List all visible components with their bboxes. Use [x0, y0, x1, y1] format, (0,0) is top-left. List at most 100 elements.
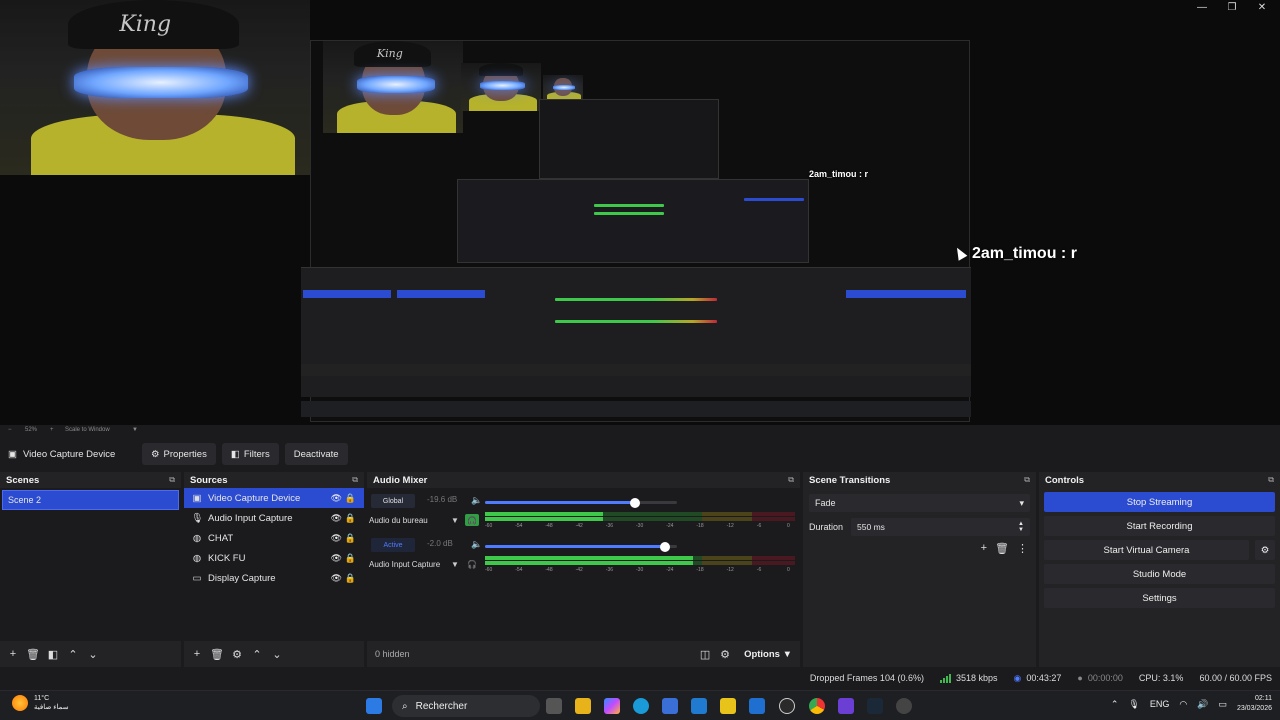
eye-icon[interactable]: 👁: [331, 553, 342, 564]
weather-widget[interactable]: 11°C سماء صافية: [12, 694, 69, 712]
battery-icon[interactable]: ▭: [1218, 699, 1227, 710]
eye-icon[interactable]: 👁: [331, 493, 342, 504]
duration-field[interactable]: 550 ms ▲ ▼: [851, 518, 1030, 536]
undock-icon[interactable]: ⧉: [788, 475, 794, 485]
virtual-camera-settings-icon[interactable]: ⚙: [1255, 540, 1275, 560]
trash-icon[interactable]: 🗑: [208, 645, 226, 663]
windows-start-icon[interactable]: [366, 698, 382, 714]
headphones-icon[interactable]: 🎧: [465, 558, 479, 570]
transition-select[interactable]: Fade ▾: [809, 494, 1030, 512]
options-button[interactable]: Options ▼: [744, 649, 792, 660]
filters-button[interactable]: ◧ Filters: [221, 443, 279, 465]
undock-icon[interactable]: ⧉: [169, 475, 175, 485]
channel-badge[interactable]: Active: [371, 538, 415, 552]
lock-icon[interactable]: 🔒: [345, 533, 356, 544]
headphones-icon[interactable]: 🎧: [465, 514, 479, 526]
source-item[interactable]: ▣ Video Capture Device 👁 🔒: [184, 488, 364, 508]
task-view-icon[interactable]: [546, 698, 562, 714]
stream-timer: ◉ 00:43:27: [1013, 672, 1062, 684]
properties-button[interactable]: ⚙ Properties: [142, 443, 216, 465]
eye-icon[interactable]: 👁: [331, 513, 342, 524]
arrow-up-icon[interactable]: ⌃: [64, 645, 82, 663]
undock-icon[interactable]: ⧉: [352, 475, 358, 485]
scale-to-window[interactable]: Scale to Window: [65, 427, 110, 433]
studio-mode-button[interactable]: Studio Mode: [1044, 564, 1275, 584]
store-icon[interactable]: [662, 698, 678, 714]
lock-icon[interactable]: 🔒: [345, 493, 356, 504]
source-label: Audio Input Capture: [208, 512, 293, 524]
stop-streaming-button[interactable]: Stop Streaming: [1044, 492, 1275, 512]
zoom-out-icon[interactable]: −: [8, 427, 12, 433]
volume-slider[interactable]: [485, 498, 677, 508]
trash-icon[interactable]: 🗑: [995, 542, 1009, 555]
volume-slider[interactable]: [485, 542, 677, 552]
add-transition-icon[interactable]: +: [981, 542, 987, 555]
meter-tick: -36: [605, 523, 614, 529]
source-item[interactable]: 🎙 Audio Input Capture 👁 🔒: [184, 508, 364, 528]
meter-tick: 0: [787, 523, 790, 529]
source-item[interactable]: ◍ CHAT 👁 🔒: [184, 528, 364, 548]
source-label: CHAT: [208, 532, 234, 544]
lock-icon[interactable]: 🔒: [345, 513, 356, 524]
filter-icon[interactable]: ◧: [44, 645, 62, 663]
settings-button[interactable]: Settings: [1044, 588, 1275, 608]
chevron-up-icon[interactable]: ⌃: [1111, 699, 1119, 710]
speaker-icon[interactable]: 🔈: [471, 495, 482, 506]
vscode-icon[interactable]: [691, 698, 707, 714]
chevron-down-icon[interactable]: ▼: [132, 427, 138, 433]
lock-icon[interactable]: 🔒: [345, 573, 356, 584]
close-icon[interactable]: ✕: [1252, 2, 1272, 13]
gear-icon: ⚙: [151, 448, 160, 460]
chevron-down-icon[interactable]: ▼: [451, 560, 459, 569]
clock[interactable]: 02:11 23/03/2026: [1237, 694, 1272, 714]
language-indicator[interactable]: ENG: [1150, 699, 1170, 709]
meter-tick: 0: [787, 567, 790, 573]
source-item[interactable]: ▭ Display Capture 👁 🔒: [184, 568, 364, 588]
eye-icon[interactable]: 👁: [331, 573, 342, 584]
app-gray-icon[interactable]: [896, 698, 912, 714]
undock-icon[interactable]: ⧉: [1268, 475, 1274, 485]
trash-icon[interactable]: 🗑: [24, 645, 42, 663]
deactivate-button[interactable]: Deactivate: [284, 443, 348, 465]
add-scene-icon[interactable]: +: [4, 645, 22, 663]
windows-taskbar: 11°C سماء صافية ⌕ Rechercher ⌃ 🎙 ENG ◠ 🔊…: [0, 690, 1280, 720]
outlook-icon[interactable]: [749, 698, 765, 714]
scene-item[interactable]: Scene 2: [2, 490, 179, 510]
temperature: 11°C: [34, 695, 50, 702]
arrow-down-icon[interactable]: ⌄: [84, 645, 102, 663]
volume-knob[interactable]: [660, 542, 671, 552]
start-virtual-camera-button[interactable]: Start Virtual Camera ⚙: [1044, 540, 1275, 560]
steam-icon[interactable]: [867, 698, 883, 714]
layout-toggle-icon[interactable]: ◫: [696, 645, 714, 663]
advanced-audio-icon[interactable]: ⚙: [716, 645, 734, 663]
microphone-icon[interactable]: 🎙: [1128, 699, 1139, 710]
volume-icon[interactable]: 🔊: [1197, 699, 1208, 710]
zoom-in-icon[interactable]: +: [50, 427, 54, 433]
chevron-down-icon[interactable]: ▼: [451, 516, 459, 525]
app-yellow-icon[interactable]: [720, 698, 736, 714]
obs-icon[interactable]: [779, 698, 795, 714]
minimize-icon[interactable]: —: [1192, 2, 1212, 13]
arrow-up-icon[interactable]: ⌃: [248, 645, 266, 663]
speaker-icon[interactable]: 🔈: [471, 539, 482, 550]
undock-icon[interactable]: ⧉: [1024, 475, 1030, 485]
gear-icon[interactable]: ⚙: [228, 645, 246, 663]
app-purple-icon[interactable]: [838, 698, 854, 714]
file-explorer-icon[interactable]: [575, 698, 591, 714]
channel-badge[interactable]: Global: [371, 494, 415, 508]
wifi-icon[interactable]: ◠: [1179, 699, 1187, 710]
eye-icon[interactable]: 👁: [331, 533, 342, 544]
taskbar-search[interactable]: ⌕ Rechercher: [392, 695, 540, 717]
copilot-icon[interactable]: [604, 698, 620, 714]
volume-knob[interactable]: [629, 498, 640, 508]
chrome-icon[interactable]: [809, 698, 825, 714]
start-recording-button[interactable]: Start Recording: [1044, 516, 1275, 536]
arrow-down-icon[interactable]: ⌄: [268, 645, 286, 663]
more-options-icon[interactable]: ⋮: [1017, 542, 1028, 555]
source-item[interactable]: ◍ KICK FU 👁 🔒: [184, 548, 364, 568]
edge-icon[interactable]: [633, 698, 649, 714]
add-source-icon[interactable]: +: [188, 645, 206, 663]
spinner-icon[interactable]: ▲ ▼: [1018, 521, 1024, 533]
lock-icon[interactable]: 🔒: [345, 553, 356, 564]
maximize-icon[interactable]: ❐: [1222, 2, 1242, 13]
